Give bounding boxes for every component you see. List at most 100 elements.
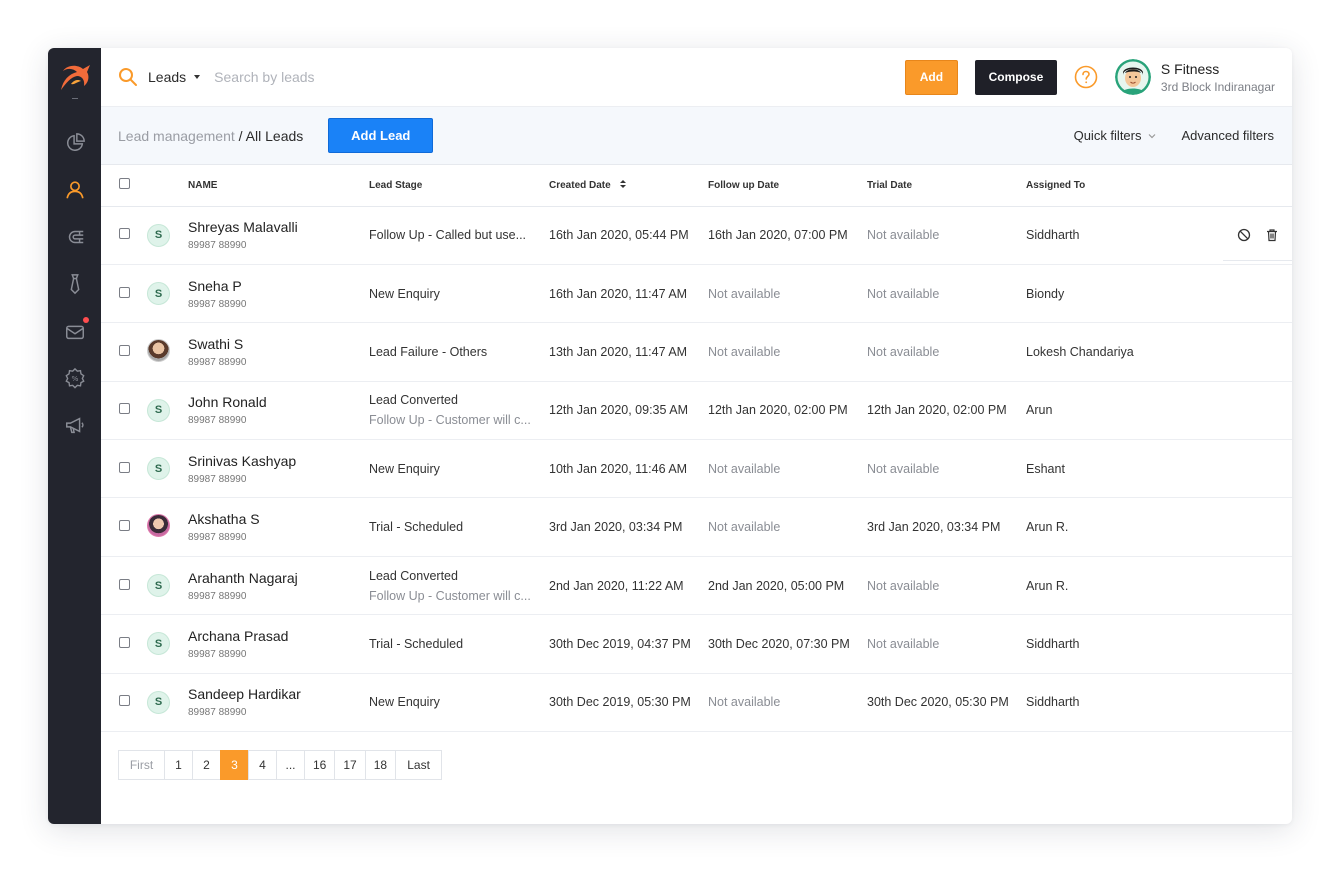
avatar: S	[147, 690, 170, 714]
top-bar: Leads Add Compose	[101, 48, 1292, 107]
breadcrumb-parent[interactable]: Lead management	[118, 128, 235, 144]
search-input[interactable]	[214, 69, 615, 85]
table-row[interactable]: S Arahanth Nagaraj 89987 88990 Lead Convert…	[101, 556, 1292, 615]
lead-name[interactable]: Archana Prasad	[188, 628, 369, 644]
block-icon[interactable]	[1237, 228, 1251, 242]
lead-name[interactable]: Arahanth Nagaraj	[188, 570, 369, 586]
row-actions	[1223, 210, 1292, 261]
page-first[interactable]: First	[118, 750, 165, 781]
column-header-created-date[interactable]: Created Date	[549, 165, 708, 206]
created-date: 16th Jan 2020, 05:44 PM	[549, 228, 689, 243]
row-checkbox[interactable]	[119, 286, 130, 298]
magnet-icon	[68, 230, 83, 243]
page-1[interactable]: 1	[164, 750, 193, 781]
assigned-to-cell: Arun R.	[1026, 498, 1292, 556]
column-header-follow-up-date[interactable]: Follow up Date	[708, 165, 867, 206]
tie-icon	[70, 273, 79, 294]
sidebar-divider	[71, 98, 78, 99]
page-2[interactable]: 2	[192, 750, 221, 781]
table-row[interactable]: Akshatha S 89987 88990 Trial - Scheduled 3r…	[101, 498, 1292, 557]
table-row[interactable]: S Sneha P 89987 88990 New Enquiry 16th Jan 2…	[101, 264, 1292, 323]
sidebar-item-inbox[interactable]	[48, 307, 101, 354]
lead-phone: 89987 88990	[188, 532, 247, 544]
page-17[interactable]: 17	[334, 750, 366, 781]
sort-icon[interactable]	[619, 179, 627, 189]
assigned-to: Arun R.	[1026, 520, 1069, 535]
assigned-to-cell: Arun	[1026, 381, 1292, 439]
lead-name[interactable]: John Ronald	[188, 394, 369, 410]
lead-phone: 89987 88990	[188, 648, 247, 660]
row-checkbox[interactable]	[119, 578, 130, 590]
notification-dot	[83, 317, 89, 323]
lead-stage: Trial - Scheduled	[369, 636, 464, 651]
trial-date: 3rd Jan 2020, 03:34 PM	[867, 520, 1001, 535]
lead-name[interactable]: Srinivas Kashyap	[188, 453, 369, 469]
add-button[interactable]: Add	[904, 59, 958, 95]
created-date: 12th Jan 2020, 09:35 AM	[549, 403, 688, 418]
assigned-to-cell: Arun R.	[1026, 556, 1292, 614]
brand-logo-icon[interactable]	[57, 62, 93, 94]
sidebar-item-magnet[interactable]	[48, 213, 101, 260]
lead-name[interactable]: Sandeep Hardikar	[188, 686, 369, 702]
follow-up-date: 16th Jan 2020, 07:00 PM	[708, 228, 848, 243]
lead-name[interactable]: Akshatha S	[188, 511, 369, 527]
inbox-icon	[65, 325, 84, 339]
search-scope-dropdown[interactable]: Leads	[148, 69, 201, 85]
row-checkbox[interactable]	[119, 520, 130, 532]
add-lead-button[interactable]: Add Lead	[328, 118, 434, 153]
sidebar-item-offers[interactable]: %	[48, 354, 101, 401]
column-header-assigned-to[interactable]: Assigned To	[1026, 165, 1292, 206]
column-header-trial-date[interactable]: Trial Date	[867, 165, 1026, 206]
sidebar-item-campaigns[interactable]	[48, 401, 101, 448]
lead-phone: 89987 88990	[188, 707, 247, 719]
follow-up-date: 2nd Jan 2020, 05:00 PM	[708, 578, 845, 593]
quick-filters-dropdown[interactable]: Quick filters	[1074, 128, 1156, 143]
sub-header: Lead management / All Leads Add Lead Qui…	[101, 107, 1292, 165]
table-row[interactable]: S Archana Prasad 89987 88990 Trial - Schedu…	[101, 615, 1292, 674]
trial-date: Not available	[867, 461, 940, 476]
lead-phone: 89987 88990	[188, 356, 247, 368]
lead-name[interactable]: Sneha P	[188, 278, 369, 294]
row-checkbox[interactable]	[119, 695, 130, 707]
column-header-lead-stage[interactable]: Lead Stage	[369, 165, 549, 206]
sidebar-item-dashboard[interactable]	[48, 119, 101, 166]
lead-name[interactable]: Swathi S	[188, 336, 369, 352]
page-last[interactable]: Last	[395, 750, 443, 781]
table-row[interactable]: S Shreyas Malavalli 89987 88990 Follow Up -…	[101, 206, 1292, 265]
trial-date: 12th Jan 2020, 02:00 PM	[867, 403, 1007, 418]
page-3[interactable]: 3	[220, 750, 249, 781]
sidebar-item-leads[interactable]	[48, 166, 101, 213]
search-icon[interactable]	[118, 67, 138, 87]
table-row[interactable]: S Sandeep Hardikar 89987 88990 New Enquiry 3…	[101, 673, 1292, 732]
compose-button[interactable]: Compose	[974, 59, 1057, 95]
lead-stage: Follow Up - Called but use...	[369, 228, 527, 243]
page-16[interactable]: 16	[304, 750, 336, 781]
org-avatar[interactable]	[1114, 59, 1151, 95]
column-header-name[interactable]: NAME	[188, 165, 369, 206]
select-all-checkbox[interactable]	[119, 178, 130, 190]
row-checkbox[interactable]	[119, 228, 130, 240]
table-row[interactable]: Swathi S 89987 88990 Lead Failure - Others…	[101, 323, 1292, 382]
trash-icon[interactable]	[1265, 228, 1279, 242]
table-row[interactable]: S John Ronald 89987 88990 Lead Converted Fol…	[101, 381, 1292, 440]
avatar: S	[147, 574, 170, 598]
row-checkbox[interactable]	[119, 461, 130, 473]
lead-stage: New Enquiry	[369, 695, 440, 710]
advanced-filters-link[interactable]: Advanced filters	[1182, 128, 1275, 143]
org-info[interactable]: S Fitness 3rd Block Indiranagar	[1161, 61, 1275, 94]
row-checkbox[interactable]	[119, 403, 130, 415]
row-checkbox[interactable]	[119, 344, 130, 356]
lead-stage: Lead Converted	[369, 568, 458, 583]
page-18[interactable]: 18	[364, 750, 397, 781]
follow-up-date: Not available	[708, 344, 781, 359]
avatar: S	[147, 282, 170, 306]
pagination: First 1 2 3 4... 16 17 18 Last	[118, 750, 1292, 781]
row-checkbox[interactable]	[119, 636, 130, 648]
sidebar-item-staff[interactable]	[48, 260, 101, 307]
quick-filters-label: Quick filters	[1073, 128, 1142, 143]
page-4[interactable]: 4	[248, 750, 277, 781]
lead-phone: 89987 88990	[188, 590, 247, 602]
help-icon[interactable]	[1074, 65, 1098, 89]
table-row[interactable]: S Srinivas Kashyap 89987 88990 New Enquiry 1…	[101, 440, 1292, 498]
lead-name[interactable]: Shreyas Malavalli	[188, 219, 369, 235]
